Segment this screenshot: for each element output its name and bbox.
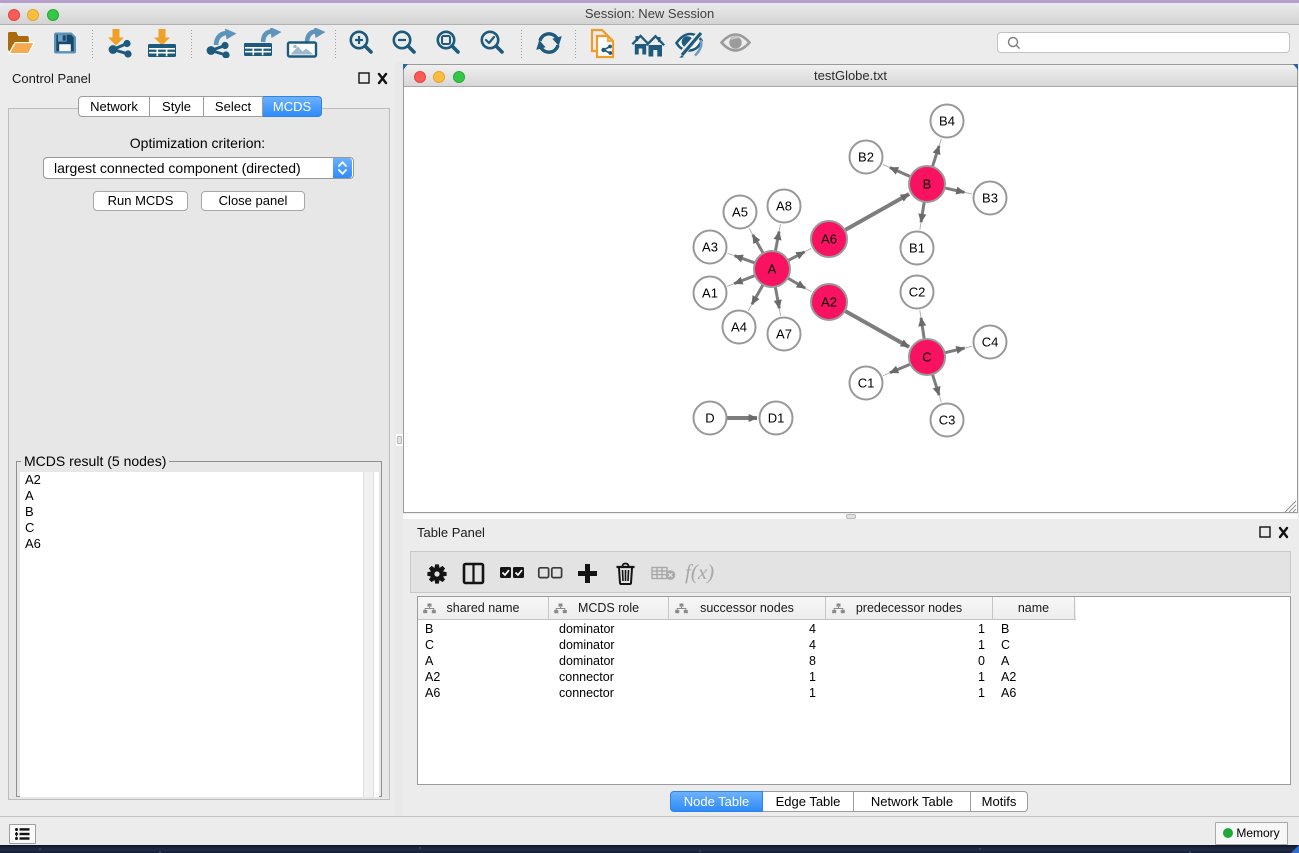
svg-text:A5: A5 <box>732 205 748 220</box>
svg-text:C: C <box>922 350 931 365</box>
svg-text:B1: B1 <box>909 241 925 256</box>
svg-text:C4: C4 <box>982 335 999 350</box>
svg-text:C1: C1 <box>858 376 875 391</box>
svg-text:D1: D1 <box>768 411 785 426</box>
svg-text:A: A <box>768 262 777 277</box>
svg-text:B4: B4 <box>939 114 955 129</box>
svg-text:C3: C3 <box>939 413 956 428</box>
svg-text:A4: A4 <box>731 320 747 335</box>
svg-text:A7: A7 <box>776 327 792 342</box>
svg-text:A2: A2 <box>821 295 837 310</box>
svg-text:A1: A1 <box>702 286 718 301</box>
svg-text:C2: C2 <box>909 285 926 300</box>
svg-text:A3: A3 <box>702 240 718 255</box>
svg-text:B2: B2 <box>858 150 874 165</box>
svg-text:A8: A8 <box>776 199 792 214</box>
svg-text:B: B <box>923 177 932 192</box>
svg-text:A6: A6 <box>821 232 837 247</box>
svg-text:B3: B3 <box>982 191 998 206</box>
svg-text:D: D <box>705 411 714 426</box>
